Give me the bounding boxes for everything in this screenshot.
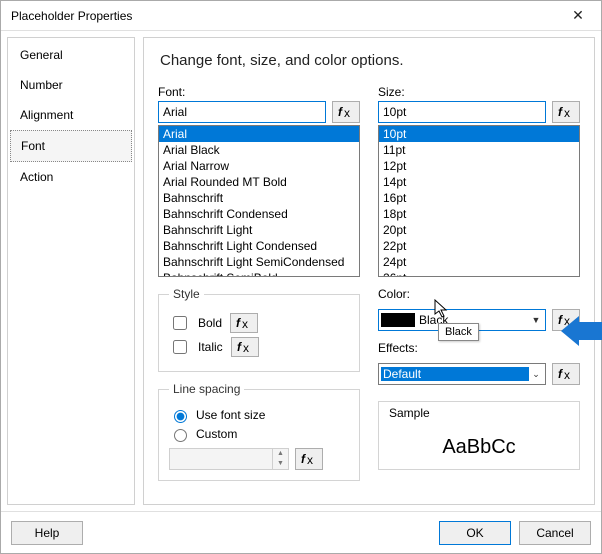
main-panel: Change font, size, and color options. Fo… [143, 37, 595, 505]
sidebar-item-alignment[interactable]: Alignment [10, 100, 132, 130]
list-item[interactable]: 26pt [379, 270, 579, 277]
svg-text:x: x [344, 106, 350, 119]
custom-radio[interactable] [174, 429, 187, 442]
list-item[interactable]: Bahnschrift Light SemiCondensed [159, 254, 359, 270]
size-listbox[interactable]: 10pt11pt12pt14pt16pt18pt20pt22pt24pt26pt… [378, 125, 580, 277]
title-bar: Placeholder Properties ✕ [1, 1, 601, 31]
svg-text:x: x [564, 314, 570, 327]
effects-expression-button[interactable]: fx [552, 363, 580, 385]
bold-checkbox[interactable] [173, 316, 187, 330]
svg-text:x: x [307, 453, 313, 466]
list-item[interactable]: 14pt [379, 174, 579, 190]
help-button[interactable]: Help [11, 521, 83, 545]
list-item[interactable]: Bahnschrift Light Condensed [159, 238, 359, 254]
font-expression-button[interactable]: fx [332, 101, 360, 123]
size-input[interactable] [378, 101, 546, 123]
style-group: Style Bold fx Italic fx [158, 287, 360, 372]
svg-text:x: x [564, 368, 570, 381]
font-input[interactable] [158, 101, 326, 123]
chevron-down-icon[interactable]: ⌄ [529, 369, 543, 380]
spinner-up-icon[interactable]: ▲ [273, 449, 288, 459]
italic-checkbox[interactable] [173, 340, 187, 354]
dialog-window: Placeholder Properties ✕ General Number … [0, 0, 602, 554]
list-item[interactable]: Bahnschrift SemiBold [159, 270, 359, 277]
list-item[interactable]: Arial Narrow [159, 158, 359, 174]
size-label: Size: [378, 85, 580, 99]
list-item[interactable]: 22pt [379, 238, 579, 254]
effects-label: Effects: [378, 341, 580, 355]
svg-text:f: f [558, 367, 563, 381]
svg-text:x: x [243, 341, 249, 354]
effects-value: Default [381, 367, 529, 381]
line-spacing-expression-button[interactable]: fx [295, 448, 323, 470]
color-swatch [381, 313, 415, 327]
line-spacing-group: Line spacing Use font size Custom [158, 382, 360, 481]
list-item[interactable]: 16pt [379, 190, 579, 206]
use-font-size-radio[interactable] [174, 410, 187, 423]
list-item[interactable]: 11pt [379, 142, 579, 158]
sidebar: General Number Alignment Font Action [7, 37, 135, 505]
spinner-down-icon[interactable]: ▼ [273, 459, 288, 469]
style-legend: Style [169, 287, 204, 301]
sidebar-item-number[interactable]: Number [10, 70, 132, 100]
font-listbox[interactable]: ArialArial BlackArial NarrowArial Rounde… [158, 125, 360, 277]
color-expression-button[interactable]: fx [552, 309, 580, 331]
svg-text:x: x [564, 106, 570, 119]
list-item[interactable]: Bahnschrift Light [159, 222, 359, 238]
svg-text:x: x [242, 317, 248, 330]
list-item[interactable]: 24pt [379, 254, 579, 270]
color-tooltip: Black [438, 323, 479, 341]
color-label: Color: [378, 287, 580, 301]
list-item[interactable]: Arial [159, 126, 359, 142]
italic-expression-button[interactable]: fx [231, 337, 259, 357]
size-column: Size: fx 10pt11pt12pt14pt16pt18pt20pt22p… [378, 85, 580, 277]
sample-group: Sample AaBbCc [378, 401, 580, 470]
list-item[interactable]: 12pt [379, 158, 579, 174]
svg-text:f: f [558, 105, 563, 119]
list-item[interactable]: 20pt [379, 222, 579, 238]
sample-label: Sample [389, 406, 569, 420]
svg-text:f: f [558, 313, 563, 327]
cancel-button[interactable]: Cancel [519, 521, 591, 545]
sample-text: AaBbCc [389, 436, 569, 459]
size-expression-button[interactable]: fx [552, 101, 580, 123]
italic-label: Italic [198, 340, 223, 354]
custom-spacing-spinner[interactable]: ▲▼ [169, 448, 289, 470]
sidebar-item-general[interactable]: General [10, 40, 132, 70]
chevron-down-icon[interactable]: ▼ [529, 315, 543, 325]
close-icon[interactable]: ✕ [561, 4, 595, 28]
svg-text:f: f [338, 105, 343, 119]
panel-heading: Change font, size, and color options. [160, 52, 580, 69]
list-item[interactable]: Arial Rounded MT Bold [159, 174, 359, 190]
list-item[interactable]: 10pt [379, 126, 579, 142]
effects-combo[interactable]: Default ⌄ [378, 363, 546, 385]
line-spacing-legend: Line spacing [169, 382, 244, 396]
dialog-footer: Help OK Cancel [1, 511, 601, 553]
sidebar-item-action[interactable]: Action [10, 162, 132, 192]
list-item[interactable]: Arial Black [159, 142, 359, 158]
bold-expression-button[interactable]: fx [230, 313, 258, 333]
svg-text:f: f [237, 340, 242, 354]
list-item[interactable]: Bahnschrift [159, 190, 359, 206]
font-column: Font: fx ArialArial BlackArial NarrowAri… [158, 85, 360, 277]
window-title: Placeholder Properties [11, 9, 561, 23]
ok-button[interactable]: OK [439, 521, 511, 545]
list-item[interactable]: 18pt [379, 206, 579, 222]
use-font-size-label: Use font size [196, 408, 265, 422]
list-item[interactable]: Bahnschrift Condensed [159, 206, 359, 222]
dialog-body: General Number Alignment Font Action Cha… [1, 31, 601, 511]
sidebar-item-font[interactable]: Font [10, 130, 132, 162]
custom-label: Custom [196, 427, 237, 441]
svg-text:f: f [301, 452, 306, 466]
font-label: Font: [158, 85, 360, 99]
svg-text:f: f [236, 316, 241, 330]
bold-label: Bold [198, 316, 222, 330]
